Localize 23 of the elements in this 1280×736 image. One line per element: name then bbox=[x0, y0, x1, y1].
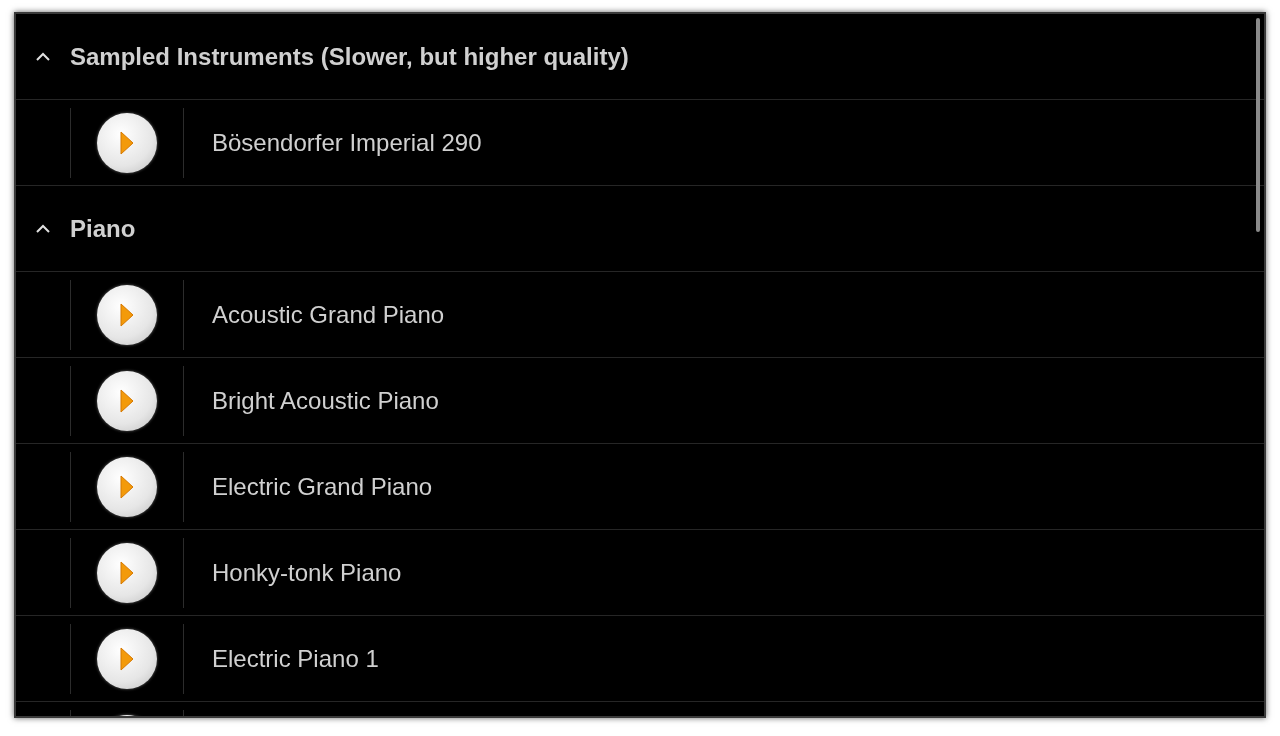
chevron-up-icon bbox=[35, 223, 51, 234]
play-icon bbox=[120, 560, 134, 585]
play-icon bbox=[120, 646, 134, 671]
instrument-name: Electric Grand Piano bbox=[212, 471, 433, 502]
instrument-name: Honky-tonk Piano bbox=[212, 557, 402, 588]
play-icon bbox=[120, 130, 134, 155]
instrument-row[interactable]: Bright Acoustic Piano bbox=[16, 358, 1264, 444]
instrument-row[interactable]: Acoustic Grand Piano bbox=[16, 272, 1264, 358]
group-title: Sampled Instruments (Slower, but higher quality) bbox=[70, 41, 629, 72]
play-icon bbox=[120, 388, 134, 413]
instrument-row[interactable]: Bösendorfer Imperial 290 bbox=[16, 100, 1264, 186]
instrument-name: Bright Acoustic Piano bbox=[212, 385, 439, 416]
instrument-name: Acoustic Grand Piano bbox=[212, 299, 445, 330]
instrument-row[interactable]: Honky-tonk Piano bbox=[16, 530, 1264, 616]
scrollbar[interactable] bbox=[1256, 18, 1260, 232]
play-icon bbox=[120, 474, 134, 499]
instrument-name: Bösendorfer Imperial 290 bbox=[212, 127, 482, 158]
instrument-row[interactable]: Electric Piano 1 bbox=[16, 616, 1264, 702]
play-icon bbox=[120, 302, 134, 327]
instrument-name: Electric Piano 1 bbox=[212, 643, 379, 674]
chevron-up-icon bbox=[35, 51, 51, 62]
group-title: Piano bbox=[70, 213, 136, 244]
instrument-row[interactable]: Electric Grand Piano bbox=[16, 444, 1264, 530]
